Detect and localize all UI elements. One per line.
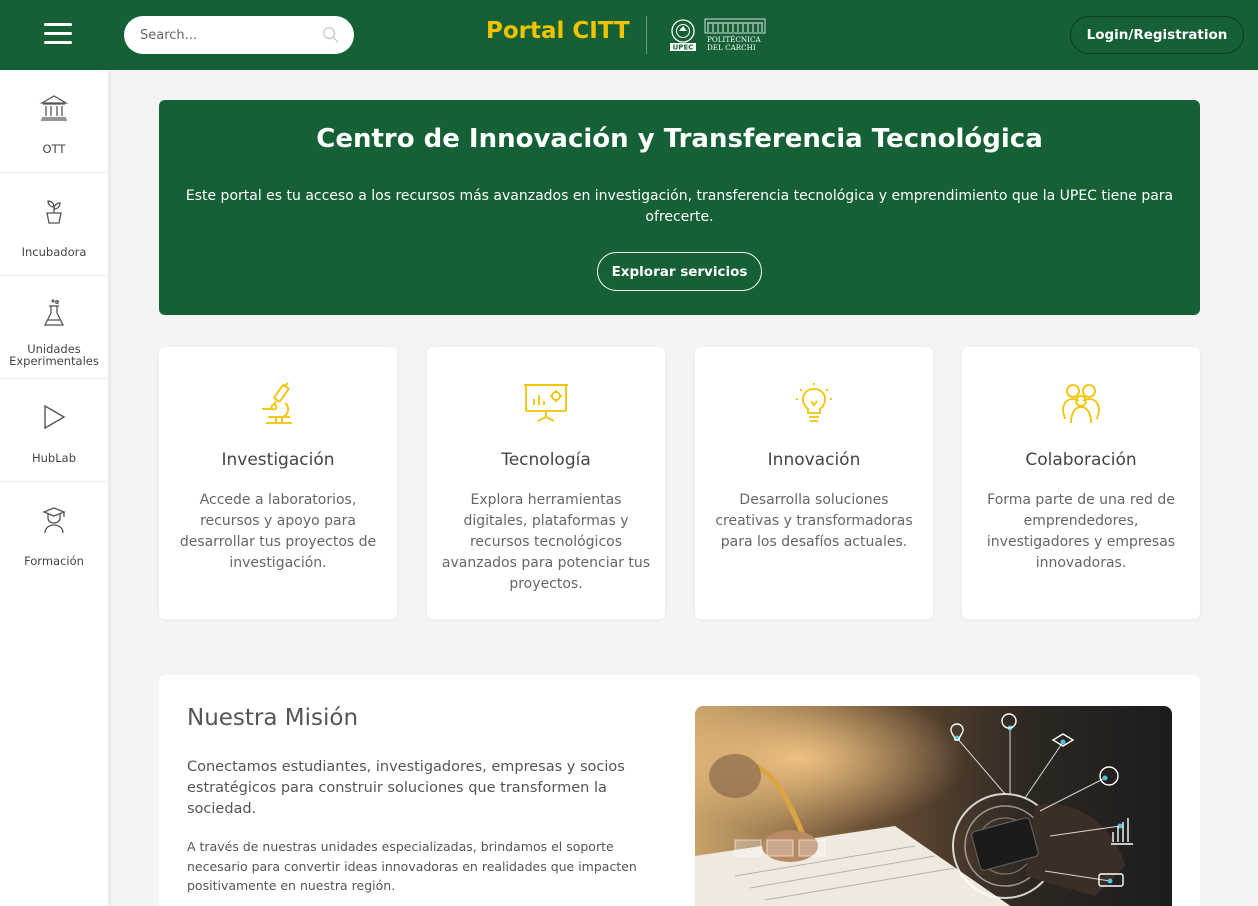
flask-icon	[43, 299, 65, 326]
card-innovacion[interactable]: Innovación Desarrolla soluciones creativ…	[695, 347, 933, 619]
mission-paragraph-2: A través de nuestras unidades especializ…	[187, 839, 637, 893]
sidebar-label-formacion: Formación	[24, 554, 84, 568]
sidebar-label-unidades-experimentales: Unidades Experimentales	[9, 342, 99, 368]
hero-banner: Centro de Innovación y Transferencia Tec…	[159, 100, 1200, 315]
mission-section: Nuestra Misión Conectamos estudiantes, i…	[159, 675, 1200, 906]
sidebar-label-ott: OTT	[42, 142, 66, 156]
search-input[interactable]	[140, 25, 310, 45]
login-registration-button[interactable]: Login/Registration	[1070, 16, 1244, 54]
graduate-icon	[42, 507, 66, 534]
mission-title: Nuestra Misión	[187, 705, 359, 731]
upec-logo[interactable]: UPEC POLITÉCNICA DEL CARCHI	[666, 17, 768, 53]
svg-text:UPEC: UPEC	[673, 44, 694, 52]
bank-icon	[39, 95, 69, 121]
card-text: Desarrolla soluciones creativas y transf…	[715, 492, 913, 550]
card-colaboracion[interactable]: Colaboración Forma parte de una red de e…	[962, 347, 1200, 619]
sidebar-item-unidades-experimentales[interactable]: Unidades Experimentales	[0, 276, 108, 379]
sidebar-item-incubadora[interactable]: Incubadora	[0, 173, 108, 276]
card-text: Forma parte de una red de emprendedores,…	[986, 492, 1176, 571]
brand-divider	[646, 16, 647, 54]
brand-title[interactable]: Portal CITT	[486, 18, 630, 44]
sidebar: OTT Incubadora Unidades Experimentales H…	[0, 70, 108, 906]
hero-title: Centro de Innovación y Transferencia Tec…	[316, 124, 1043, 154]
sidebar-item-ott[interactable]: OTT	[0, 70, 108, 173]
card-title: Colaboración	[1025, 450, 1137, 470]
top-navbar: Portal CITT UPEC POLITÉCNICA DEL CARCHI …	[0, 0, 1258, 70]
mission-photo	[695, 706, 1172, 906]
mission-paragraph-1: Conectamos estudiantes, investigadores, …	[187, 759, 625, 817]
play-icon	[44, 404, 66, 430]
card-title: Tecnología	[501, 450, 591, 470]
presentation-chart-icon	[524, 384, 568, 422]
team-icon	[1062, 384, 1100, 424]
microscope-icon	[262, 382, 292, 424]
explore-services-button[interactable]: Explorar servicios	[597, 252, 762, 291]
sidebar-label-hublab: HubLab	[32, 451, 76, 465]
sidebar-label-incubadora: Incubadora	[21, 245, 87, 259]
card-text: Explora herramientas digitales, platafor…	[441, 492, 651, 592]
card-text: Accede a laboratorios, recursos y apoyo …	[179, 492, 377, 571]
hero-description: Este portal es tu acceso a los recursos …	[185, 188, 1174, 225]
search-icon[interactable]	[322, 26, 340, 44]
card-tecnologia[interactable]: Tecnología Explora herramientas digitale…	[427, 347, 665, 619]
card-investigacion[interactable]: Investigación Accede a laboratorios, rec…	[159, 347, 397, 619]
card-title: Investigación	[221, 450, 335, 470]
sidebar-item-hublab[interactable]: HubLab	[0, 379, 108, 482]
seedling-icon	[46, 200, 62, 224]
search-box	[124, 16, 354, 54]
lightbulb-icon	[796, 383, 832, 422]
card-title: Innovación	[767, 450, 861, 470]
svg-text:DEL CARCHI: DEL CARCHI	[707, 43, 756, 52]
menu-hamburger-icon[interactable]	[44, 23, 72, 47]
sidebar-item-formacion[interactable]: Formación	[0, 482, 108, 585]
